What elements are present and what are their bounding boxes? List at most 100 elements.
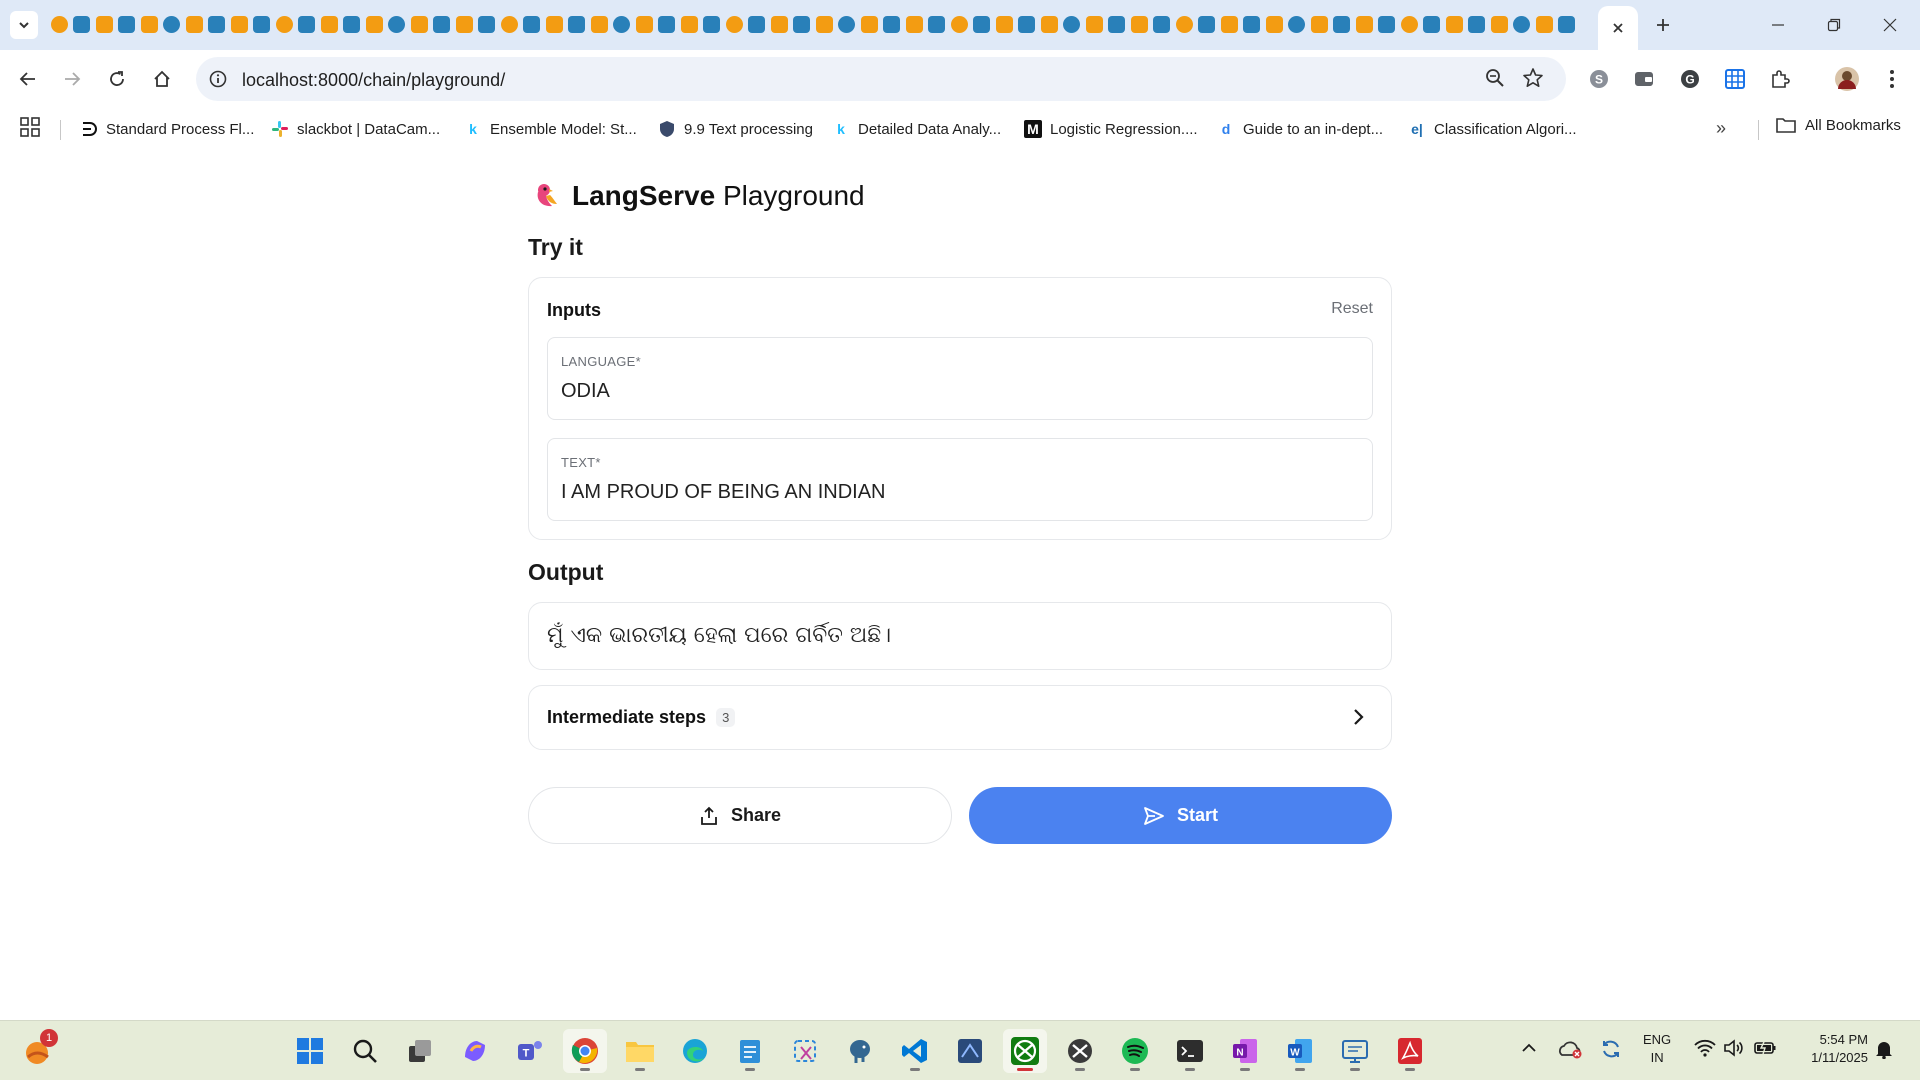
- grid-extension-icon[interactable]: [1721, 65, 1749, 93]
- pinned-tab[interactable]: [768, 13, 791, 35]
- bookmark-item[interactable]: k Ensemble Model: St...: [464, 116, 637, 142]
- pinned-tab[interactable]: [543, 13, 566, 35]
- skype-extension-icon[interactable]: S: [1585, 65, 1613, 93]
- pinned-tab[interactable]: [903, 13, 926, 35]
- pinned-tab[interactable]: [1533, 13, 1556, 35]
- pinned-tab[interactable]: [858, 13, 881, 35]
- profile-avatar[interactable]: [1833, 65, 1861, 93]
- pinned-tab[interactable]: [791, 13, 814, 35]
- search-button[interactable]: [343, 1029, 387, 1073]
- grammarly-extension-icon[interactable]: G: [1676, 65, 1704, 93]
- close-window-button[interactable]: [1862, 0, 1918, 50]
- text-field[interactable]: TEXT* I AM PROUD OF BEING AN INDIAN: [547, 438, 1373, 521]
- pinned-tab[interactable]: [1376, 13, 1399, 35]
- pinned-tab[interactable]: [926, 13, 949, 35]
- pinned-tab[interactable]: [363, 13, 386, 35]
- bookmark-item[interactable]: e| Classification Algori...: [1408, 116, 1576, 142]
- pinned-tab[interactable]: [746, 13, 769, 35]
- pinned-tab[interactable]: [1241, 13, 1264, 35]
- wallet-extension-icon[interactable]: [1630, 65, 1658, 93]
- pinned-tab[interactable]: [881, 13, 904, 35]
- onenote-app[interactable]: N: [1223, 1029, 1267, 1073]
- new-tab-button[interactable]: [1648, 10, 1678, 40]
- pinned-tab[interactable]: [183, 13, 206, 35]
- pinned-tab[interactable]: [138, 13, 161, 35]
- language-input[interactable]: ODIA: [561, 380, 610, 403]
- pinned-tab[interactable]: [116, 13, 139, 35]
- active-tab[interactable]: [1598, 6, 1638, 50]
- pinned-tab[interactable]: [498, 13, 521, 35]
- minimize-button[interactable]: [1750, 0, 1806, 50]
- home-button[interactable]: [146, 63, 178, 95]
- pinned-tab[interactable]: [993, 13, 1016, 35]
- pinned-tab[interactable]: [971, 13, 994, 35]
- intermediate-steps-toggle[interactable]: Intermediate steps 3: [528, 685, 1392, 750]
- show-hidden-icons-button[interactable]: [1520, 1039, 1538, 1062]
- pinned-tab[interactable]: [836, 13, 859, 35]
- pinned-tab[interactable]: [431, 13, 454, 35]
- address-bar[interactable]: localhost:8000/chain/playground/: [196, 57, 1566, 101]
- pinned-tab[interactable]: [453, 13, 476, 35]
- bookmark-star-icon[interactable]: [1522, 67, 1544, 94]
- edge-app[interactable]: [673, 1029, 717, 1073]
- chrome-app[interactable]: [563, 1029, 607, 1073]
- pinned-tab[interactable]: [1421, 13, 1444, 35]
- start-button[interactable]: Start: [969, 787, 1392, 844]
- wifi-icon[interactable]: [1694, 1039, 1716, 1062]
- bookmarks-overflow-icon[interactable]: »: [1716, 118, 1726, 139]
- input-language-indicator[interactable]: ENG IN: [1643, 1031, 1671, 1067]
- xbox-companion-app[interactable]: [1058, 1029, 1102, 1073]
- pinned-tab[interactable]: [1286, 13, 1309, 35]
- pinned-tab[interactable]: [1128, 13, 1151, 35]
- pinned-tab[interactable]: [1038, 13, 1061, 35]
- vscode-app[interactable]: [893, 1029, 937, 1073]
- pinned-tab[interactable]: [1061, 13, 1084, 35]
- pinned-tab[interactable]: [206, 13, 229, 35]
- teams-app[interactable]: T: [508, 1029, 552, 1073]
- menu-kebab-icon[interactable]: [1878, 65, 1906, 93]
- file-explorer-app[interactable]: [618, 1029, 662, 1073]
- extensions-puzzle-icon[interactable]: [1766, 65, 1794, 93]
- pinned-tab[interactable]: [701, 13, 724, 35]
- postgres-app[interactable]: [838, 1029, 882, 1073]
- pinned-tab[interactable]: [1308, 13, 1331, 35]
- pinned-tab[interactable]: [386, 13, 409, 35]
- pinned-tab[interactable]: [611, 13, 634, 35]
- remote-desktop-app[interactable]: [1333, 1029, 1377, 1073]
- bookmark-item[interactable]: k Detailed Data Analy...: [832, 116, 1001, 142]
- language-field[interactable]: LANGUAGE* ODIA: [547, 337, 1373, 420]
- bookmark-item[interactable]: slackbot | DataCam...: [271, 116, 440, 142]
- reset-button[interactable]: Reset: [1331, 300, 1373, 318]
- pinned-tab[interactable]: [273, 13, 296, 35]
- pinned-tab[interactable]: [1196, 13, 1219, 35]
- copilot-app[interactable]: [453, 1029, 497, 1073]
- site-info-icon[interactable]: [206, 67, 230, 91]
- url-text[interactable]: localhost:8000/chain/playground/: [242, 70, 505, 91]
- pinned-tab[interactable]: [161, 13, 184, 35]
- task-view-button[interactable]: [398, 1029, 442, 1073]
- pinned-tab[interactable]: [1488, 13, 1511, 35]
- pinned-tab[interactable]: [408, 13, 431, 35]
- apps-grid-icon[interactable]: [20, 117, 44, 141]
- pinned-tab[interactable]: [1466, 13, 1489, 35]
- pinned-tab[interactable]: [1443, 13, 1466, 35]
- pinned-tab[interactable]: [251, 13, 274, 35]
- pinned-tab[interactable]: [318, 13, 341, 35]
- pinned-tab[interactable]: [678, 13, 701, 35]
- acrobat-app[interactable]: [1388, 1029, 1432, 1073]
- snipping-tool-app[interactable]: [783, 1029, 827, 1073]
- pinned-tab[interactable]: [476, 13, 499, 35]
- pinned-tab[interactable]: [1511, 13, 1534, 35]
- pinned-tab[interactable]: [48, 13, 71, 35]
- word-app[interactable]: W: [1278, 1029, 1322, 1073]
- pinned-tab[interactable]: [296, 13, 319, 35]
- notepad-app[interactable]: [728, 1029, 772, 1073]
- pinned-tab[interactable]: [521, 13, 544, 35]
- pinned-tab[interactable]: [1398, 13, 1421, 35]
- pinned-tab[interactable]: [1556, 13, 1579, 35]
- restore-button[interactable]: [1806, 0, 1862, 50]
- pinned-tab[interactable]: [1353, 13, 1376, 35]
- pinned-tab[interactable]: [1263, 13, 1286, 35]
- pinned-tab[interactable]: [566, 13, 589, 35]
- pinned-tab[interactable]: [588, 13, 611, 35]
